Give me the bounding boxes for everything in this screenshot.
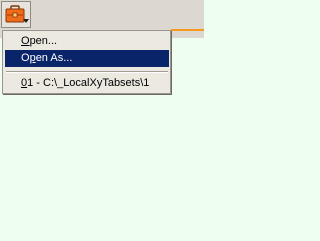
menu-item-label: 1 - C:\_LocalXyTabsets\1: [27, 77, 150, 89]
tab-accent-line: [171, 29, 204, 31]
app-window: Open... Open As... 01 - C:\_LocalXyTabse…: [0, 0, 204, 241]
menu-item-open[interactable]: Open...: [5, 33, 169, 50]
menu-item-recent-file[interactable]: 01 - C:\_LocalXyTabsets\1: [5, 75, 169, 92]
mnemonic: O: [21, 35, 30, 47]
open-file-button[interactable]: [1, 1, 31, 28]
menu-item-label: en As...: [35, 52, 73, 64]
toolbar: [0, 0, 204, 30]
menu-item-open-as[interactable]: Open As...: [5, 50, 169, 67]
dropdown-arrow-icon[interactable]: [23, 19, 29, 23]
menu-separator: [6, 71, 168, 73]
menu-item-label: pen...: [29, 35, 58, 47]
open-dropdown-menu: Open... Open As... 01 - C:\_LocalXyTabse…: [2, 30, 171, 94]
briefcase-icon: [5, 5, 25, 23]
menu-item-label-prefix: O: [21, 52, 30, 64]
